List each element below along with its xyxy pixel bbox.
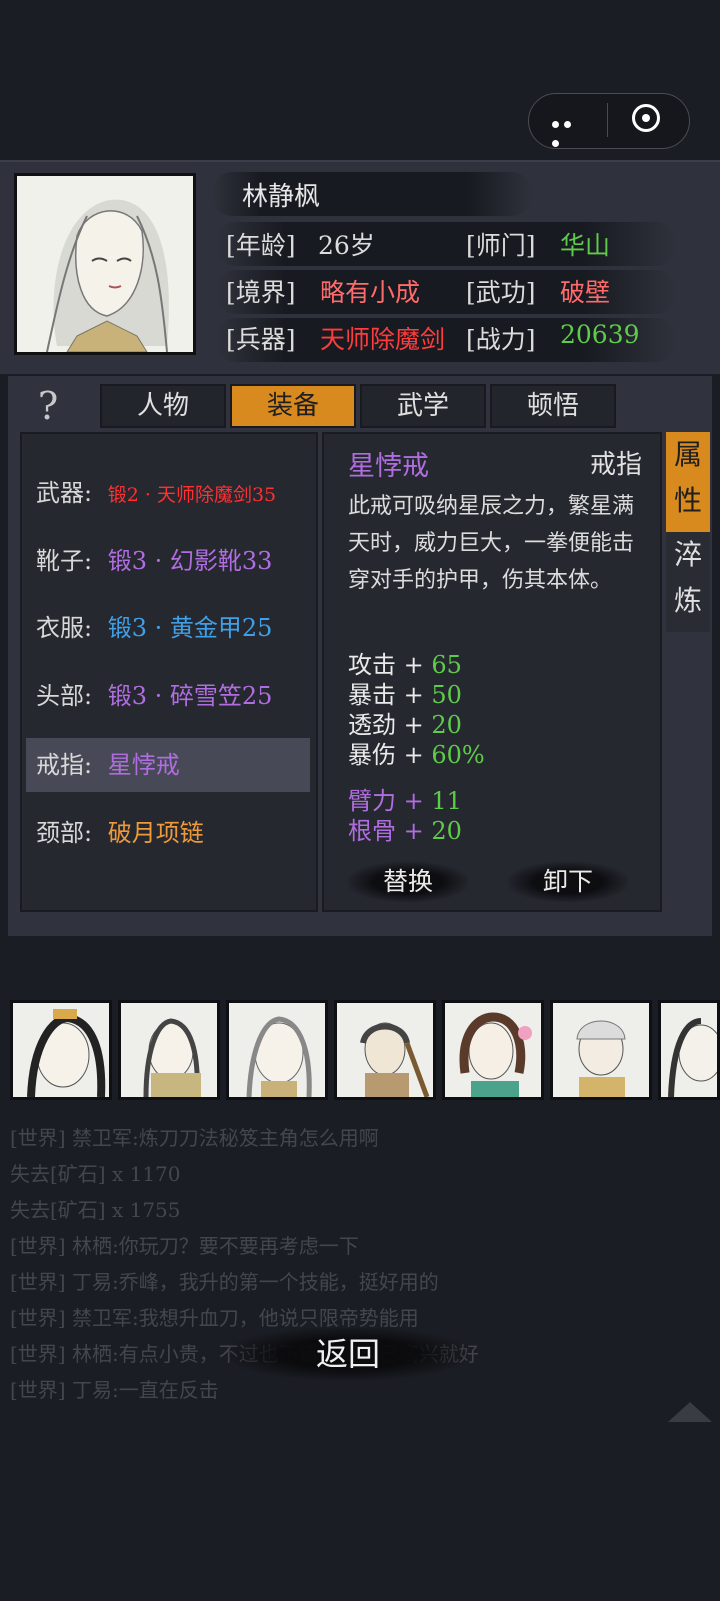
slot-label: 靴子: bbox=[36, 547, 93, 575]
stat-row: 攻击 + 65 bbox=[348, 651, 462, 679]
bonus-stat-row: 根骨 + 20 bbox=[348, 817, 462, 845]
unequip-button[interactable]: 卸下 bbox=[508, 862, 628, 902]
age-label: [年龄] bbox=[226, 231, 296, 260]
slot-item: 锻2 · 天师除魔剑35 bbox=[107, 484, 277, 506]
slot-label: 戒指: bbox=[36, 751, 93, 779]
skill-value: 破壁 bbox=[560, 278, 611, 307]
realm-value: 略有小成 bbox=[320, 278, 421, 307]
slot-item: 星悖戒 bbox=[107, 751, 180, 779]
tab-martial-arts[interactable]: 武学 bbox=[360, 384, 486, 428]
tab-character[interactable]: 人物 bbox=[100, 384, 226, 428]
item-name: 星悖戒 bbox=[348, 451, 429, 482]
age-value: 26岁 bbox=[318, 231, 375, 260]
chat-line: 失去[矿石] x 1170 bbox=[10, 1162, 181, 1186]
slot-item: 破月项链 bbox=[107, 819, 204, 847]
slot-clothes[interactable]: 衣服: 锻3 · 黄金甲25 bbox=[26, 601, 310, 655]
item-description: 此戒可吸纳星辰之力，繁星满天时，威力巨大，一拳便能击穿对手的护甲，伤其本体。 bbox=[348, 494, 635, 593]
slot-neck[interactable]: 颈部: 破月项链 bbox=[26, 806, 310, 860]
slot-head[interactable]: 头部: 锻3 · 碎雪笠25 bbox=[26, 669, 310, 723]
slot-weapon[interactable]: 武器: 锻2 · 天师除魔剑35 bbox=[26, 466, 310, 520]
replace-button[interactable]: 替换 bbox=[348, 862, 468, 902]
character-portrait bbox=[14, 173, 196, 355]
chat-line: [世界] 丁易:乔峰，我升的第一个技能，挺好用的 bbox=[10, 1270, 439, 1294]
sect-label: [师门] bbox=[466, 231, 536, 260]
slot-boots[interactable]: 靴子: 锻3 · 幻影靴33 bbox=[26, 534, 310, 588]
party-member-avatar[interactable] bbox=[442, 1000, 544, 1100]
side-tab-label: 淬炼 bbox=[673, 538, 702, 617]
side-tab-label: 属性 bbox=[673, 438, 702, 517]
slot-item: 锻3 · 黄金甲25 bbox=[107, 614, 273, 642]
chat-line: 失去[矿石] x 1755 bbox=[10, 1198, 181, 1222]
stat-row: 暴击 + 50 bbox=[348, 681, 462, 709]
power-value: 20639 bbox=[560, 320, 640, 349]
tab-refine[interactable]: 淬炼 bbox=[666, 532, 710, 632]
slot-item: 锻3 · 碎雪笠25 bbox=[107, 682, 273, 710]
stat-row: 透劲 + 20 bbox=[348, 711, 462, 739]
expand-chat-icon[interactable] bbox=[668, 1402, 712, 1422]
party-member-avatar[interactable] bbox=[118, 1000, 220, 1100]
stat-row: 暴伤 + 60% bbox=[348, 741, 485, 769]
slot-label: 颈部: bbox=[36, 819, 93, 847]
realm-label: [境界] bbox=[226, 278, 296, 307]
power-label: [战力] bbox=[466, 325, 536, 354]
help-icon[interactable]: ? bbox=[28, 386, 68, 426]
slot-label: 武器: bbox=[36, 479, 93, 507]
party-member-avatar[interactable] bbox=[334, 1000, 436, 1100]
slot-ring[interactable]: 戒指: 星悖戒 bbox=[26, 738, 310, 792]
skill-label: [武功] bbox=[466, 278, 536, 307]
capsule-divider bbox=[607, 103, 608, 137]
weapon-value: 天师除魔剑 bbox=[320, 325, 446, 354]
sect-value: 华山 bbox=[560, 231, 611, 260]
slot-label: 头部: bbox=[36, 682, 93, 710]
slot-item: 锻3 · 幻影靴33 bbox=[107, 547, 273, 575]
chat-line: [世界] 禁卫军:炼刀刀法秘笈主角怎么用啊 bbox=[10, 1126, 379, 1150]
bonus-stat-row: 臂力 + 11 bbox=[348, 787, 462, 815]
chat-line: [世界] 丁易:一直在反击 bbox=[10, 1378, 219, 1402]
slot-label: 衣服: bbox=[36, 614, 93, 642]
chat-line: [世界] 林栖:你玩刀？要不要再考虑一下 bbox=[10, 1234, 359, 1258]
character-name: 林静枫 bbox=[242, 182, 321, 212]
party-member-avatar[interactable] bbox=[226, 1000, 328, 1100]
party-member-avatar[interactable] bbox=[10, 1000, 112, 1100]
tab-attributes[interactable]: 属性 bbox=[666, 432, 710, 532]
weapon-label: [兵器] bbox=[226, 325, 296, 354]
party-member-avatar[interactable] bbox=[550, 1000, 652, 1100]
chat-line: [世界] 禁卫军:我想升血刀，他说只限帝势能用 bbox=[10, 1306, 419, 1330]
back-button[interactable]: 返回 bbox=[228, 1328, 468, 1380]
item-type: 戒指 bbox=[590, 450, 643, 480]
tab-enlightenment[interactable]: 顿悟 bbox=[490, 384, 616, 428]
party-member-avatar[interactable] bbox=[658, 1000, 720, 1100]
more-icon[interactable] bbox=[552, 113, 586, 147]
tab-equipment[interactable]: 装备 bbox=[230, 384, 356, 428]
close-icon[interactable] bbox=[632, 104, 660, 132]
